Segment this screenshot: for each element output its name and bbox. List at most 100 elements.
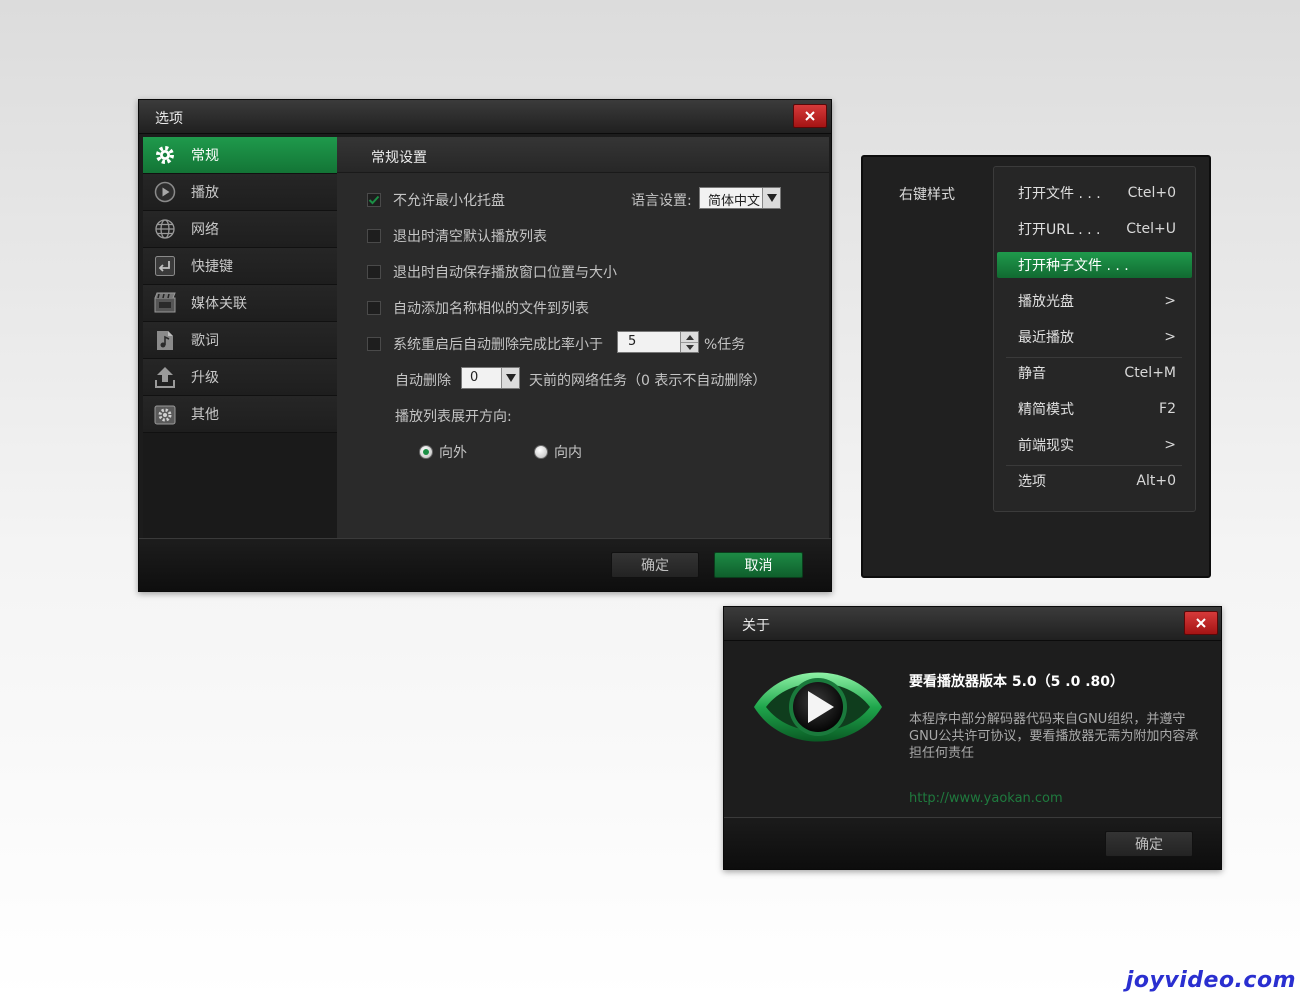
menu-item-label: 打开URL . . . (1018, 222, 1101, 238)
sidebar-item-playback[interactable]: 播放 (143, 174, 337, 211)
options-close-button[interactable] (793, 104, 827, 128)
menu-item-shortcut: F2 (1159, 401, 1176, 417)
checkbox-label: 自动添加名称相似的文件到列表 (393, 301, 589, 317)
menu-item-recent-play[interactable]: 最近播放 > (997, 324, 1192, 350)
menu-item-always-on-top[interactable]: 前端现实 > (997, 432, 1192, 458)
sidebar-item-hotkeys[interactable]: 快捷键 (143, 248, 337, 285)
radio-button[interactable] (419, 445, 433, 459)
sidebar-item-label: 快捷键 (191, 259, 233, 275)
play-icon (153, 180, 177, 204)
menu-item-mute[interactable]: 静音 Ctel+M (997, 360, 1192, 386)
radio-button[interactable] (534, 445, 548, 459)
menu-item-label: 最近播放 (1018, 330, 1074, 346)
options-titlebar[interactable]: 选项 (139, 100, 831, 134)
sidebar-item-label: 媒体关联 (191, 296, 247, 312)
menu-item-label: 打开种子文件 . . . (1018, 258, 1129, 274)
sidebar-item-label: 升级 (191, 370, 219, 386)
menu-item-open-torrent[interactable]: 打开种子文件 . . . (997, 252, 1192, 278)
ratio-stepper[interactable]: 5 (617, 331, 699, 353)
about-close-button[interactable] (1184, 611, 1218, 635)
sidebar-item-media-association[interactable]: 媒体关联 (143, 285, 337, 322)
language-label: 语言设置: (631, 193, 692, 209)
about-url-link[interactable]: http://www.yaokan.com (909, 791, 1063, 806)
about-ok-button[interactable]: 确定 (1105, 831, 1193, 857)
checkbox-no-minimize-tray[interactable]: 不允许最小化托盘 (367, 190, 505, 210)
menu-item-label: 前端现实 (1018, 438, 1074, 454)
auto-delete-label: 自动删除 (395, 373, 451, 389)
film-icon (153, 291, 177, 315)
checkbox-save-window-position[interactable]: 退出时自动保存播放窗口位置与大小 (367, 262, 617, 282)
checkbox-label: 不允许最小化托盘 (393, 193, 505, 209)
about-dialog: 关于 要看播放器版本 5.0（5 .0 .80） 本程序中部分解码器代码来自GN… (723, 606, 1222, 870)
menu-item-label: 打开文件 . . . (1018, 186, 1101, 202)
chevron-right-icon: > (1164, 437, 1176, 453)
menu-item-shortcut: Ctel+0 (1127, 185, 1176, 201)
sidebar-item-network[interactable]: 网络 (143, 211, 337, 248)
menu-separator (1006, 465, 1182, 466)
menu-item-options[interactable]: 选项 Alt+0 (997, 468, 1192, 494)
stepper-down-icon[interactable] (681, 342, 698, 352)
options-dialog: 选项 常规 播放 网络 快捷键 媒体关联 歌词 升级 其他 常规设置 不允许最小… (138, 99, 832, 592)
chevron-down-icon[interactable] (762, 188, 780, 208)
checkbox[interactable] (367, 229, 381, 243)
checkbox-add-similar-files[interactable]: 自动添加名称相似的文件到列表 (367, 298, 589, 318)
menu-item-play-disc[interactable]: 播放光盘 > (997, 288, 1192, 314)
checkbox-clear-playlist[interactable]: 退出时清空默认播放列表 (367, 226, 547, 246)
sidebar-item-label: 常规 (191, 148, 219, 164)
sidebar-item-label: 网络 (191, 222, 219, 238)
about-titlebar[interactable]: 关于 (724, 607, 1221, 641)
chevron-right-icon: > (1164, 329, 1176, 345)
menu-item-label: 静音 (1018, 366, 1046, 382)
checkbox[interactable] (367, 265, 381, 279)
menu-item-label: 选项 (1018, 474, 1046, 490)
checkbox-auto-delete-ratio[interactable]: 系统重启后自动删除完成比率小于 (367, 334, 603, 354)
cancel-button[interactable]: 取消 (714, 552, 803, 578)
auto-delete-days-select[interactable]: 0 (461, 367, 520, 389)
sidebar-item-label: 其他 (191, 407, 219, 423)
menu-item-shortcut: Ctel+M (1124, 365, 1176, 381)
menu-item-compact-mode[interactable]: 精简模式 F2 (997, 396, 1192, 422)
check-icon (368, 195, 380, 205)
radio-outward[interactable]: 向外 (419, 442, 467, 462)
stepper-up-icon[interactable] (681, 332, 698, 342)
player-logo-icon (754, 672, 882, 742)
menu-separator (1006, 357, 1182, 358)
sidebar-item-upgrade[interactable]: 升级 (143, 359, 337, 396)
chevron-right-icon: > (1164, 293, 1176, 309)
auto-delete-suffix: 天前的网络任务（0 表示不自动删除） (529, 373, 767, 389)
checkbox[interactable] (367, 337, 381, 351)
ok-button[interactable]: 确定 (611, 552, 699, 578)
language-value: 简体中文 (708, 194, 761, 209)
ratio-value: 5 (628, 334, 637, 349)
checkbox[interactable] (367, 301, 381, 315)
about-title: 关于 (742, 618, 770, 634)
radio-inward[interactable]: 向内 (534, 442, 582, 462)
menu-item-label: 播放光盘 (1018, 294, 1074, 310)
sidebar-item-other[interactable]: 其他 (143, 396, 337, 433)
menu-item-open-url[interactable]: 打开URL . . . Ctel+U (997, 216, 1192, 242)
checkbox-label: 退出时清空默认播放列表 (393, 229, 547, 245)
options-footer: 确定 取消 (139, 538, 831, 591)
settings-box-icon (153, 402, 177, 426)
music-note-icon (153, 328, 177, 352)
ratio-suffix: %任务 (704, 337, 746, 353)
globe-icon (153, 217, 177, 241)
options-content: 常规设置 不允许最小化托盘 语言设置: 简体中文 退出时清空默认播放列表 退出时… (337, 137, 829, 538)
sidebar-item-lyrics[interactable]: 歌词 (143, 322, 337, 359)
context-menu-panel: 右键样式 打开文件 . . . Ctel+0 打开URL . . . Ctel+… (861, 155, 1211, 578)
watermark-logo: joyvideo.com (1125, 968, 1296, 993)
chevron-down-icon[interactable] (501, 368, 519, 388)
sidebar-item-label: 播放 (191, 185, 219, 201)
radio-label: 向外 (439, 445, 467, 461)
auto-delete-value: 0 (470, 370, 479, 385)
menu-item-shortcut: Alt+0 (1136, 473, 1176, 489)
close-icon (1196, 618, 1206, 628)
menu-item-shortcut: Ctel+U (1126, 221, 1176, 237)
menu-item-open-file[interactable]: 打开文件 . . . Ctel+0 (997, 180, 1192, 206)
sidebar-item-label: 歌词 (191, 333, 219, 349)
gear-icon (153, 143, 177, 167)
sidebar-item-general[interactable]: 常规 (143, 137, 337, 174)
language-select[interactable]: 简体中文 (699, 187, 781, 209)
radio-label: 向内 (554, 445, 582, 461)
checkbox[interactable] (367, 193, 381, 207)
